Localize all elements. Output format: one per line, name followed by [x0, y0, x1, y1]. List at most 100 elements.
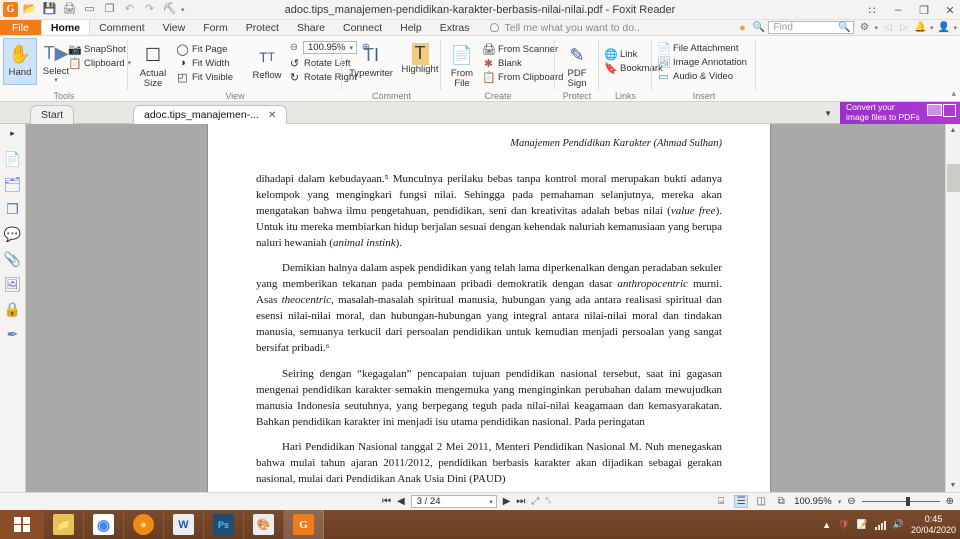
tray-show-hidden-icon[interactable]: ▲ [822, 520, 831, 530]
settings-gear-icon[interactable]: ⚙ [858, 22, 870, 33]
shield-icon[interactable]: ● [736, 22, 748, 34]
typewriter-button[interactable]: TI Typewriter [349, 40, 393, 79]
expand-panel-arrow-icon[interactable]: ▸ [10, 128, 15, 139]
scroll-down-arrow-icon[interactable]: ▼ [946, 479, 960, 492]
create-blank-button[interactable]: ✱ Blank [482, 56, 563, 70]
volume-icon[interactable]: 🔊 [893, 519, 904, 530]
zoom-slider[interactable] [861, 497, 940, 507]
taskbar-paint[interactable]: 🎨 [244, 510, 284, 539]
taskbar-file-explorer[interactable]: 📁 [44, 510, 84, 539]
notification-bell-icon[interactable]: 🔔 [914, 22, 926, 33]
chevron-down-icon[interactable]: ▾ [181, 6, 185, 14]
tray-app-icon[interactable]: 📝 [857, 519, 868, 530]
customize-toolbar-icon[interactable]: ⛏ [161, 1, 178, 18]
account-avatar-icon[interactable]: 👤 [937, 22, 949, 33]
previous-page-button[interactable]: ◀ [397, 496, 405, 507]
menu-tab-view[interactable]: View [154, 20, 195, 35]
forward-arrow-icon[interactable]: ▷ [898, 22, 910, 33]
search-icon[interactable]: 🔍 [838, 22, 850, 33]
close-icon[interactable]: ✕ [942, 4, 958, 17]
last-page-button[interactable]: ⏭ [516, 496, 525, 507]
clipboard-button[interactable]: 📋 Clipboard ▾ [68, 56, 131, 70]
first-page-button[interactable]: ⏮ [382, 496, 391, 507]
layers-icon[interactable]: ❐ [6, 202, 19, 216]
collapse-ribbon-icon[interactable]: ▴ [951, 88, 956, 99]
pdf-sign-button[interactable]: ✎ PDF Sign [559, 40, 595, 90]
tray-antivirus-icon[interactable]: 🛡 [838, 519, 849, 530]
chevron-down-icon[interactable]: ▾ [489, 498, 493, 506]
next-view-icon[interactable]: ⤣ [545, 496, 551, 507]
stamps-icon[interactable]: 🖼 [4, 277, 22, 291]
file-attachment-button[interactable]: 📄 File Attachment [657, 41, 747, 55]
chevron-down-icon[interactable]: ▾ [838, 498, 842, 506]
menu-tab-form[interactable]: Form [194, 20, 237, 35]
taskbar-word[interactable]: W [164, 510, 204, 539]
previous-view-icon[interactable]: ⤢ [531, 496, 539, 507]
doc-tab-pdf[interactable]: adoc.tips_manajemen-... ✕ [133, 105, 288, 124]
hand-tool-button[interactable]: ✋ Hand [3, 38, 37, 86]
print-icon[interactable]: 🖨 [61, 1, 78, 18]
zoom-out-button[interactable]: ⊖ [847, 496, 855, 507]
save-icon[interactable]: 💾 [41, 1, 58, 18]
digital-signature-icon[interactable]: ✒ [7, 327, 19, 341]
attachments-icon[interactable]: 📎 [4, 252, 21, 266]
zoom-in-button[interactable]: ⊕ [946, 496, 954, 507]
single-page-view-button[interactable]: ⌸ [714, 495, 728, 508]
image-annotation-button[interactable]: 🖼 Image Annotation [657, 55, 747, 69]
fit-visible-button[interactable]: ◰ Fit Visible [176, 70, 233, 84]
undo-icon[interactable]: ↶ [121, 1, 138, 18]
restore-group-icon[interactable]: ∷ [864, 4, 880, 17]
minimize-icon[interactable]: – [890, 4, 906, 16]
next-page-button[interactable]: ▶ [503, 496, 511, 507]
chevron-down-icon[interactable]: ▾ [953, 24, 957, 32]
tab-list-chevron-down-icon[interactable]: ▼ [824, 109, 832, 118]
vertical-scrollbar[interactable]: ▲ ▼ [945, 124, 960, 492]
pages-thumbnails-icon[interactable]: 🗂 [4, 177, 22, 191]
search-page-icon[interactable]: 🔍 [752, 22, 764, 33]
clock[interactable]: 0:45 20/04/2020 [911, 514, 956, 535]
back-arrow-icon[interactable]: ◁ [882, 22, 894, 33]
start-button[interactable] [0, 510, 44, 539]
actual-size-button[interactable]: ☐ Actual Size [134, 40, 172, 90]
audio-video-button[interactable]: ▭ Audio & Video [657, 69, 747, 83]
create-from-file-button[interactable]: 📄 From File [447, 40, 477, 90]
menu-tab-extras[interactable]: Extras [431, 20, 479, 35]
scroll-up-arrow-icon[interactable]: ▲ [946, 124, 960, 137]
email-icon[interactable]: ▭ [81, 1, 98, 18]
network-signal-icon[interactable] [874, 520, 886, 530]
fit-page-button[interactable]: ◯ Fit Page [176, 42, 233, 56]
maximize-icon[interactable]: ❐ [916, 4, 932, 17]
reflow-button[interactable]: TT Reflow [250, 42, 284, 81]
scrollbar-thumb[interactable] [947, 164, 960, 192]
facing-view-button[interactable]: ◫ [754, 495, 768, 508]
snapshot-button[interactable]: 📷 SnapShot [68, 42, 131, 56]
highlight-button[interactable]: T Highlight [400, 40, 440, 79]
document-viewport[interactable]: Manajemen Pendidikan Karakter (Ahmad Sul… [26, 124, 960, 492]
tell-me-search[interactable]: Tell me what you want to do.. [478, 20, 640, 35]
menu-tab-protect[interactable]: Protect [237, 20, 288, 35]
zoom-out-icon[interactable]: ⊖ [288, 42, 300, 53]
menu-tab-comment[interactable]: Comment [90, 20, 154, 35]
slider-knob[interactable] [905, 497, 910, 506]
bookmarks-icon[interactable]: 📄 [4, 152, 21, 166]
close-tab-icon[interactable]: ✕ [268, 110, 276, 121]
find-input[interactable]: Find 🔍 [768, 21, 855, 34]
promo-banner[interactable]: Convert your image files to PDFs [840, 102, 960, 124]
security-lock-icon[interactable]: 🔒 [4, 302, 21, 316]
taskbar-chrome[interactable]: ◉ [84, 510, 124, 539]
redo-icon[interactable]: ↷ [141, 1, 158, 18]
page-number-input[interactable]: 3 / 24 ▾ [410, 495, 497, 508]
create-from-scanner-button[interactable]: 🖨 From Scanner [482, 42, 563, 56]
continuous-view-button[interactable]: ☰ [734, 495, 749, 508]
menu-tab-help[interactable]: Help [391, 20, 431, 35]
chevron-down-icon[interactable]: ▾ [874, 24, 878, 32]
doc-tab-start[interactable]: Start [30, 105, 75, 124]
create-from-clipboard-button[interactable]: 📋 From Clipboard [482, 70, 563, 84]
taskbar-sun-app[interactable]: ● [124, 510, 164, 539]
chevron-down-icon[interactable]: ▾ [930, 24, 934, 32]
comments-icon[interactable]: 💬 [4, 227, 21, 241]
menu-tab-share[interactable]: Share [288, 20, 334, 35]
split-view-button[interactable]: ⧉ [774, 495, 788, 508]
taskbar-foxit-reader[interactable]: G [284, 510, 324, 539]
fit-width-button[interactable]: ◑ Fit Width [176, 56, 233, 70]
